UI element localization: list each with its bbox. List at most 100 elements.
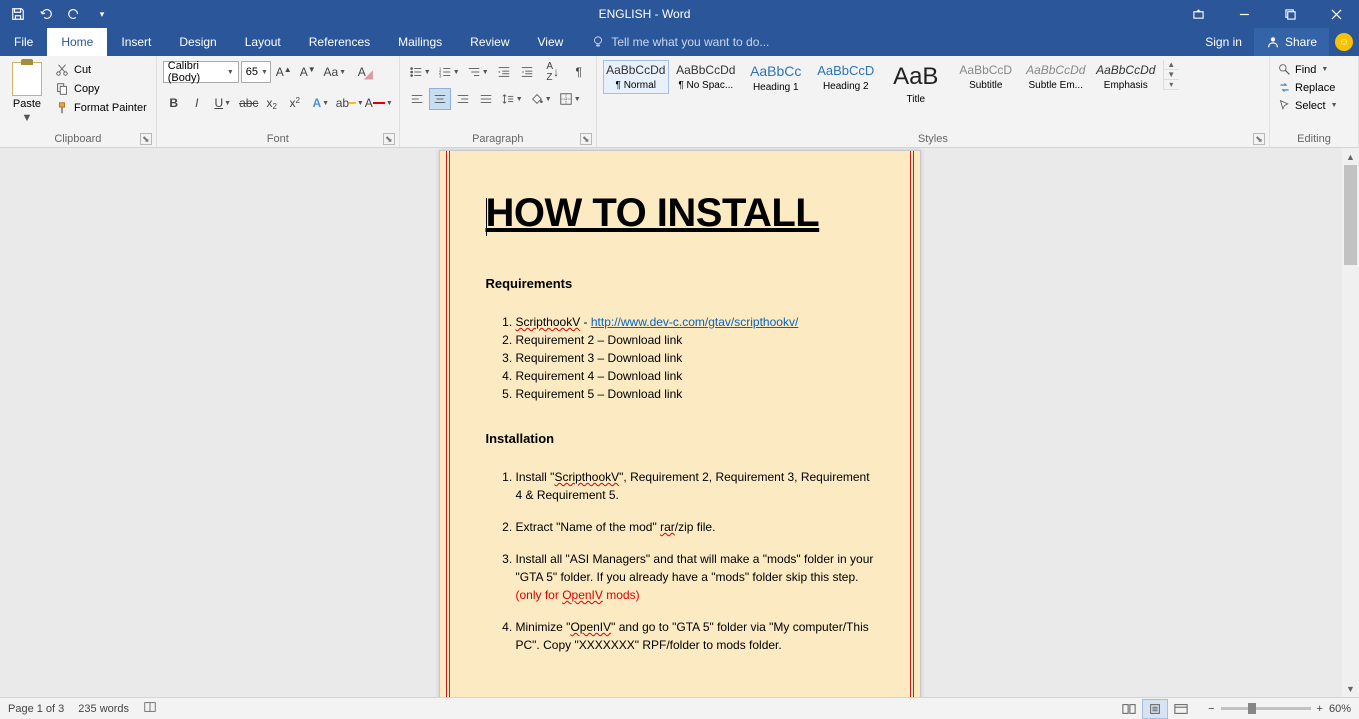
replace-button[interactable]: Replace xyxy=(1276,80,1337,95)
tab-layout[interactable]: Layout xyxy=(231,28,295,56)
font-color-button[interactable]: A▼ xyxy=(365,92,393,114)
style-heading-1[interactable]: AaBbCcHeading 1 xyxy=(743,60,809,96)
find-button[interactable]: Find▼ xyxy=(1276,62,1330,77)
cut-button[interactable]: Cut xyxy=(52,62,150,78)
align-left-button[interactable] xyxy=(406,88,428,110)
zoom-in-button[interactable]: + xyxy=(1317,703,1323,715)
change-case-button[interactable]: Aa▼ xyxy=(321,61,349,83)
shrink-font-button[interactable]: A▼ xyxy=(297,61,319,83)
close-button[interactable] xyxy=(1313,0,1359,28)
numbering-button[interactable]: 123▼ xyxy=(435,61,463,83)
list-item[interactable]: Requirement 2 – Download link xyxy=(516,331,874,349)
tab-file[interactable]: File xyxy=(0,28,47,56)
style-emphasis[interactable]: AaBbCcDdEmphasis xyxy=(1093,60,1159,94)
proofing-button[interactable] xyxy=(143,700,157,717)
redo-button[interactable] xyxy=(62,2,86,26)
multilevel-list-button[interactable]: ▼ xyxy=(464,61,492,83)
list-item[interactable]: Requirement 4 – Download link xyxy=(516,367,874,385)
copy-button[interactable]: Copy xyxy=(52,81,150,97)
italic-button[interactable]: I xyxy=(186,92,208,114)
save-button[interactable] xyxy=(6,2,30,26)
tab-insert[interactable]: Insert xyxy=(107,28,165,56)
document-content[interactable]: HOW TO INSTALL Requirements ScripthookV … xyxy=(440,151,920,697)
installation-heading[interactable]: Installation xyxy=(486,431,874,446)
show-marks-button[interactable]: ¶ xyxy=(568,61,590,83)
qat-customize-button[interactable]: ▾ xyxy=(90,2,114,26)
scroll-thumb[interactable] xyxy=(1344,165,1357,265)
word-count[interactable]: 235 words xyxy=(78,703,129,715)
requirements-heading[interactable]: Requirements xyxy=(486,276,874,291)
style-heading-2[interactable]: AaBbCcDHeading 2 xyxy=(813,60,879,95)
scroll-up-button[interactable]: ▲ xyxy=(1342,148,1359,165)
requirements-list[interactable]: ScripthookV - http://www.dev-c.com/gtav/… xyxy=(486,313,874,403)
installation-list[interactable]: Install "ScripthookV", Requirement 2, Re… xyxy=(486,468,874,654)
justify-button[interactable] xyxy=(475,88,497,110)
list-item[interactable]: Requirement 5 – Download link xyxy=(516,385,874,403)
decrease-indent-button[interactable] xyxy=(493,61,515,83)
web-layout-button[interactable] xyxy=(1168,699,1194,719)
format-painter-button[interactable]: Format Painter xyxy=(52,100,150,116)
align-right-button[interactable] xyxy=(452,88,474,110)
style-no-spacing[interactable]: AaBbCcDd¶ No Spac... xyxy=(673,60,739,94)
list-item[interactable]: Requirement 3 – Download link xyxy=(516,349,874,367)
tab-mailings[interactable]: Mailings xyxy=(384,28,456,56)
bold-button[interactable]: B xyxy=(163,92,185,114)
document-area[interactable]: HOW TO INSTALL Requirements ScripthookV … xyxy=(0,148,1359,697)
subscript-button[interactable]: x2 xyxy=(261,92,283,114)
scripthook-link[interactable]: http://www.dev-c.com/gtav/scripthookv/ xyxy=(591,315,798,329)
tab-design[interactable]: Design xyxy=(165,28,230,56)
shading-button[interactable]: ▼ xyxy=(527,88,555,110)
tab-home[interactable]: Home xyxy=(47,28,107,56)
undo-button[interactable] xyxy=(34,2,58,26)
scroll-down-button[interactable]: ▼ xyxy=(1342,680,1359,697)
superscript-button[interactable]: x2 xyxy=(284,92,306,114)
zoom-thumb[interactable] xyxy=(1248,703,1256,714)
line-spacing-button[interactable]: ▼ xyxy=(498,88,526,110)
print-layout-button[interactable] xyxy=(1142,699,1168,719)
styles-launcher[interactable]: ⬊ xyxy=(1253,133,1265,145)
list-item[interactable]: Extract "Name of the mod" rar/zip file. xyxy=(516,518,874,536)
paragraph-launcher[interactable]: ⬊ xyxy=(580,133,592,145)
align-center-button[interactable] xyxy=(429,88,451,110)
zoom-level[interactable]: 60% xyxy=(1329,703,1351,715)
ribbon-display-button[interactable] xyxy=(1175,0,1221,28)
styles-scroll-down[interactable]: ▼ xyxy=(1164,70,1179,80)
highlight-button[interactable]: ab▼ xyxy=(336,92,364,114)
text-effects-button[interactable]: A▼ xyxy=(307,92,335,114)
borders-button[interactable]: ▼ xyxy=(556,88,584,110)
list-item[interactable]: ScripthookV - http://www.dev-c.com/gtav/… xyxy=(516,313,874,331)
styles-scroll-up[interactable]: ▲ xyxy=(1164,60,1179,70)
select-button[interactable]: Select▼ xyxy=(1276,98,1340,113)
vertical-scrollbar[interactable]: ▲ ▼ xyxy=(1342,148,1359,697)
doc-title[interactable]: HOW TO INSTALL xyxy=(486,191,874,236)
sort-button[interactable]: AZ↓ xyxy=(539,61,567,83)
signin-link[interactable]: Sign in xyxy=(1193,28,1254,56)
list-item[interactable]: Install "ScripthookV", Requirement 2, Re… xyxy=(516,468,874,504)
list-item[interactable]: Install all "ASI Managers" and that will… xyxy=(516,550,874,604)
minimize-button[interactable] xyxy=(1221,0,1267,28)
page-indicator[interactable]: Page 1 of 3 xyxy=(8,703,64,715)
tell-me-search[interactable]: Tell me what you want to do... xyxy=(577,28,1193,56)
strikethrough-button[interactable]: abc xyxy=(238,92,260,114)
styles-expand[interactable]: ▾ xyxy=(1164,80,1179,90)
style-subtle-emphasis[interactable]: AaBbCcDdSubtle Em... xyxy=(1023,60,1089,94)
document-page[interactable]: HOW TO INSTALL Requirements ScripthookV … xyxy=(439,150,921,697)
clipboard-launcher[interactable]: ⬊ xyxy=(140,133,152,145)
bullets-button[interactable]: ▼ xyxy=(406,61,434,83)
read-mode-button[interactable] xyxy=(1116,699,1142,719)
font-launcher[interactable]: ⬊ xyxy=(383,133,395,145)
font-size-combo[interactable]: 65▼ xyxy=(241,61,271,83)
feedback-button[interactable]: ☺ xyxy=(1329,28,1359,56)
tab-references[interactable]: References xyxy=(295,28,384,56)
list-item[interactable]: Minimize "OpenIV" and go to "GTA 5" fold… xyxy=(516,618,874,654)
grow-font-button[interactable]: A▲ xyxy=(273,61,295,83)
style-normal[interactable]: AaBbCcDd¶ Normal xyxy=(603,60,669,94)
increase-indent-button[interactable] xyxy=(516,61,538,83)
font-name-combo[interactable]: Calibri (Body)▼ xyxy=(163,61,239,83)
clear-formatting-button[interactable]: A◢ xyxy=(351,61,373,83)
maximize-button[interactable] xyxy=(1267,0,1313,28)
share-button[interactable]: Share xyxy=(1254,28,1329,56)
tab-view[interactable]: View xyxy=(524,28,578,56)
zoom-out-button[interactable]: − xyxy=(1208,703,1214,715)
tab-review[interactable]: Review xyxy=(456,28,523,56)
